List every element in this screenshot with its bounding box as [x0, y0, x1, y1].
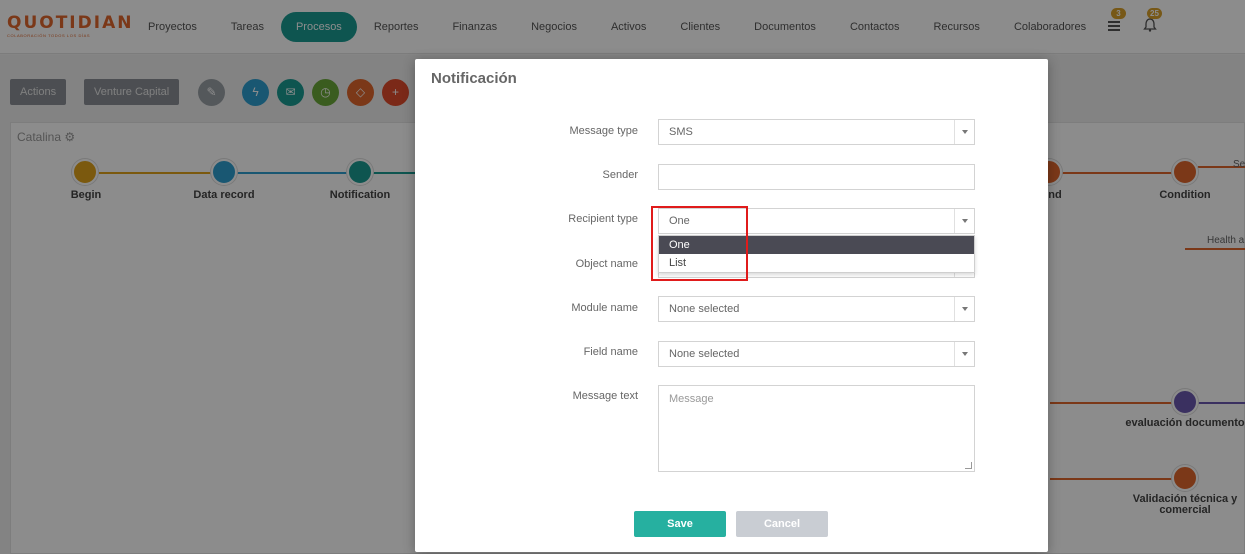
chevron-down-icon — [954, 209, 974, 233]
field-name-value: None selected — [669, 348, 740, 360]
chevron-down-icon — [954, 120, 974, 144]
message-type-value: SMS — [669, 126, 693, 138]
cancel-button[interactable]: Cancel — [736, 511, 828, 537]
field-name-label: Field name — [583, 346, 638, 358]
module-name-label: Module name — [571, 302, 638, 314]
message-placeholder: Message — [669, 393, 714, 405]
sender-input[interactable] — [658, 164, 975, 190]
sender-label: Sender — [602, 169, 638, 181]
module-name-value: None selected — [669, 303, 740, 315]
chevron-down-icon — [954, 297, 974, 321]
message-text-label: Message text — [572, 390, 638, 402]
save-button[interactable]: Save — [634, 511, 726, 537]
annotation-highlight-box — [651, 206, 748, 281]
field-name-select[interactable]: None selected — [658, 341, 975, 367]
notification-modal: Notificación Message type SMS Sender Rec… — [415, 59, 1048, 552]
module-name-select[interactable]: None selected — [658, 296, 975, 322]
recipient-type-label: Recipient type — [568, 213, 638, 225]
chevron-down-icon — [954, 342, 974, 366]
message-textarea[interactable]: Message — [658, 385, 975, 472]
object-name-label: Object name — [575, 258, 638, 270]
message-type-select[interactable]: SMS — [658, 119, 975, 145]
resize-handle-icon[interactable] — [965, 462, 972, 469]
message-type-label: Message type — [569, 125, 638, 137]
modal-title: Notificación — [431, 70, 517, 87]
